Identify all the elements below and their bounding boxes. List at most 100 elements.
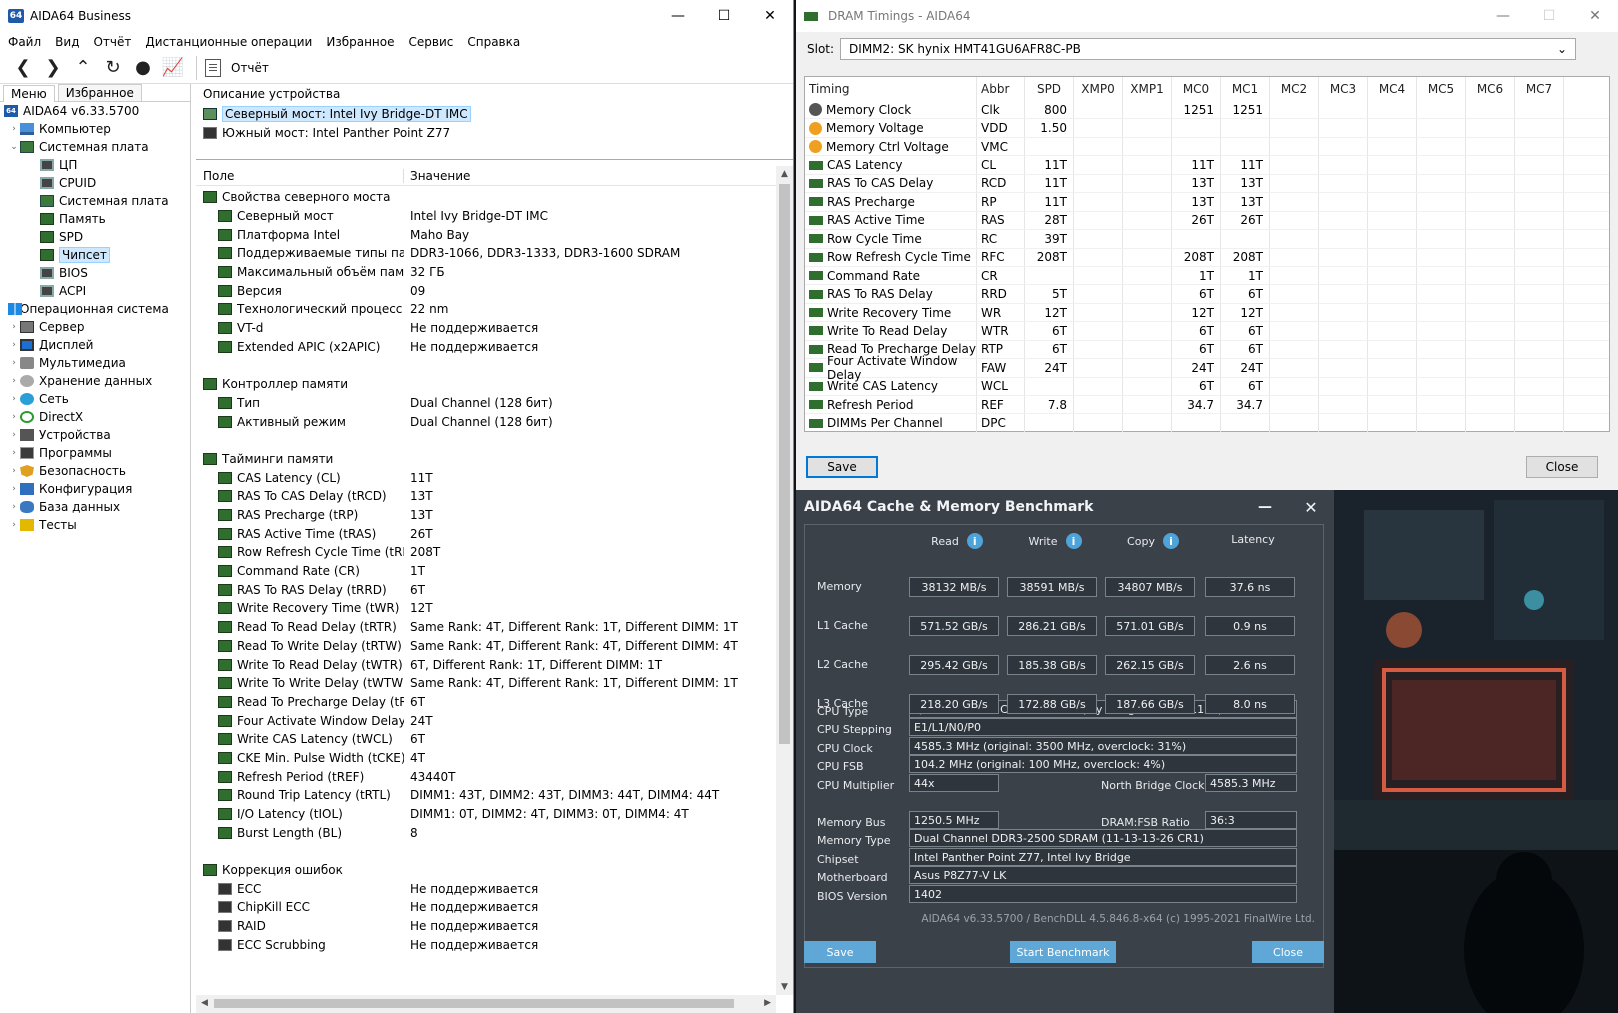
- chevron-right-icon[interactable]: ›: [8, 466, 20, 476]
- tree-item[interactable]: 64 AIDA64 v6.33.5700: [0, 102, 190, 120]
- property-row[interactable]: Технологический процесс 22 nm: [196, 300, 768, 319]
- start-benchmark-button[interactable]: Start Benchmark: [1010, 941, 1116, 963]
- property-row[interactable]: RAS Active Time (tRAS) 26T: [196, 524, 768, 543]
- chevron-right-icon[interactable]: ›: [8, 394, 20, 404]
- property-row[interactable]: Write To Read Delay (tWTR) 6T, Different …: [196, 655, 768, 674]
- column-header[interactable]: MC0: [1172, 77, 1221, 101]
- tree-item[interactable]: › Безопасность: [0, 462, 190, 480]
- property-row[interactable]: Максимальный объём памяти 32 ГБ: [196, 263, 768, 282]
- tree-item[interactable]: ACPI: [0, 282, 190, 300]
- column-field[interactable]: Поле: [196, 168, 404, 183]
- info-icon[interactable]: i: [1065, 533, 1082, 549]
- info-icon[interactable]: i: [1162, 533, 1179, 549]
- tree-item[interactable]: › База данных: [0, 498, 190, 516]
- tree-item[interactable]: › DirectX: [0, 408, 190, 426]
- chevron-right-icon[interactable]: ›: [8, 430, 20, 440]
- tree-item[interactable]: Память: [0, 210, 190, 228]
- column-header[interactable]: Abbr: [977, 77, 1025, 101]
- property-row[interactable]: Северный мост Intel Ivy Bridge-DT IMC: [196, 207, 768, 226]
- tree-item[interactable]: › Тесты: [0, 516, 190, 534]
- tree-item[interactable]: Чипсет: [0, 246, 190, 264]
- property-row[interactable]: ECC Не поддерживается: [196, 879, 768, 898]
- bench-close-text-button[interactable]: Close: [1252, 941, 1324, 963]
- property-row[interactable]: Read To Precharge Delay (tRTP) 6T: [196, 693, 768, 712]
- vertical-scroll-thumb[interactable]: [779, 184, 790, 744]
- dram-save-button[interactable]: Save: [806, 456, 878, 478]
- bench-close-button[interactable]: ✕: [1288, 498, 1334, 517]
- column-header[interactable]: MC3: [1319, 77, 1368, 101]
- column-header[interactable]: MC4: [1368, 77, 1417, 101]
- dram-minimize-button[interactable]: —: [1480, 0, 1526, 32]
- tab-favorites[interactable]: Избранное: [57, 84, 142, 101]
- tree-item[interactable]: SPD: [0, 228, 190, 246]
- close-button[interactable]: ✕: [747, 0, 793, 32]
- menu-service[interactable]: Сервис: [409, 35, 454, 49]
- property-row[interactable]: Extended APIC (x2APIC) Не поддерживается: [196, 338, 768, 357]
- chevron-right-icon[interactable]: ›: [8, 124, 20, 134]
- property-group[interactable]: Контроллер памяти: [196, 375, 768, 394]
- property-row[interactable]: RAID Не поддерживается: [196, 917, 768, 936]
- chart-icon[interactable]: 📈: [158, 54, 188, 82]
- chevron-right-icon[interactable]: ›: [8, 376, 20, 386]
- user-icon[interactable]: ●: [128, 54, 158, 82]
- slot-dropdown[interactable]: DIMM2: SK hynix HMT41GU6AFR8C-PB ⌄: [840, 38, 1577, 60]
- property-row[interactable]: RAS Precharge (tRP) 13T: [196, 506, 768, 525]
- tree-item[interactable]: CPUID: [0, 174, 190, 192]
- horizontal-scroll-thumb[interactable]: [214, 999, 734, 1008]
- device-southbridge[interactable]: Южный мост: Intel Panther Point Z77: [203, 123, 793, 142]
- column-header[interactable]: MC2: [1270, 77, 1319, 101]
- column-value[interactable]: Значение: [404, 169, 470, 183]
- dram-close-button[interactable]: ✕: [1572, 0, 1618, 32]
- column-header[interactable]: MC6: [1466, 77, 1515, 101]
- property-row[interactable]: Row Refresh Cycle Time (tRFC) 208T: [196, 543, 768, 562]
- chevron-right-icon[interactable]: ›: [8, 322, 20, 332]
- chevron-right-icon[interactable]: ›: [8, 484, 20, 494]
- tree-item[interactable]: › Компьютер: [0, 120, 190, 138]
- property-row[interactable]: RAS To RAS Delay (tRRD) 6T: [196, 580, 768, 599]
- property-row[interactable]: Активный режим Dual Channel (128 бит): [196, 412, 768, 431]
- tree-item[interactable]: BIOS: [0, 264, 190, 282]
- menu-file[interactable]: Файл: [8, 35, 41, 49]
- tree-item[interactable]: › Дисплей: [0, 336, 190, 354]
- up-arrow-icon[interactable]: ⌃: [68, 54, 98, 82]
- tree-item[interactable]: ⌄ Системная плата: [0, 138, 190, 156]
- property-row[interactable]: Round Trip Latency (tRTL) DIMM1: 43T, DIM…: [196, 786, 768, 805]
- property-row[interactable]: Burst Length (BL) 8: [196, 823, 768, 842]
- property-row[interactable]: Write CAS Latency (tWCL) 6T: [196, 730, 768, 749]
- scroll-down-icon[interactable]: ▼: [781, 982, 788, 992]
- column-header[interactable]: MC7: [1515, 77, 1564, 101]
- chevron-right-icon[interactable]: ›: [8, 340, 20, 350]
- chevron-right-icon[interactable]: ›: [8, 502, 20, 512]
- maximize-button[interactable]: ☐: [701, 0, 747, 32]
- property-row[interactable]: Версия 09: [196, 281, 768, 300]
- tree-item[interactable]: › Программы: [0, 444, 190, 462]
- menu-favorites[interactable]: Избранное: [326, 35, 394, 49]
- property-group[interactable]: Тайминги памяти: [196, 450, 768, 469]
- property-row[interactable]: CAS Latency (CL) 11T: [196, 468, 768, 487]
- property-group[interactable]: Свойства северного моста: [196, 188, 768, 207]
- chevron-right-icon[interactable]: ›: [8, 448, 20, 458]
- property-group[interactable]: Коррекция ошибок: [196, 861, 768, 880]
- back-arrow-icon[interactable]: ❮: [8, 54, 38, 82]
- bench-minimize-button[interactable]: —: [1242, 499, 1288, 515]
- property-row[interactable]: CKE Min. Pulse Width (tCKE) 4T: [196, 749, 768, 768]
- minimize-button[interactable]: —: [655, 0, 701, 32]
- property-row[interactable]: Write Recovery Time (tWR) 12T: [196, 599, 768, 618]
- property-row[interactable]: I/O Latency (tIOL) DIMM1: 0T, DIMM2: 4T, …: [196, 805, 768, 824]
- tree-item[interactable]: › Конфигурация: [0, 480, 190, 498]
- tree-item[interactable]: ЦП: [0, 156, 190, 174]
- property-row[interactable]: Read To Read Delay (tRTR) Same Rank: 4T, …: [196, 618, 768, 637]
- menu-remote[interactable]: Дистанционные операции: [145, 35, 312, 49]
- menu-report[interactable]: Отчёт: [93, 35, 131, 49]
- tab-menu[interactable]: Меню: [3, 85, 55, 102]
- property-row[interactable]: ChipKill ECC Не поддерживается: [196, 898, 768, 917]
- property-row[interactable]: Read To Write Delay (tRTW) Same Rank: 4T,…: [196, 637, 768, 656]
- column-header[interactable]: MC5: [1417, 77, 1466, 101]
- menu-view[interactable]: Вид: [55, 35, 79, 49]
- tree-item[interactable]: ›Операционная система: [0, 300, 190, 318]
- column-header[interactable]: XMP1: [1123, 77, 1172, 101]
- property-row[interactable]: Тип Dual Channel (128 бит): [196, 394, 768, 413]
- property-row[interactable]: Command Rate (CR) 1T: [196, 562, 768, 581]
- property-row[interactable]: VT-d Не поддерживается: [196, 319, 768, 338]
- tree-item[interactable]: › Сервер: [0, 318, 190, 336]
